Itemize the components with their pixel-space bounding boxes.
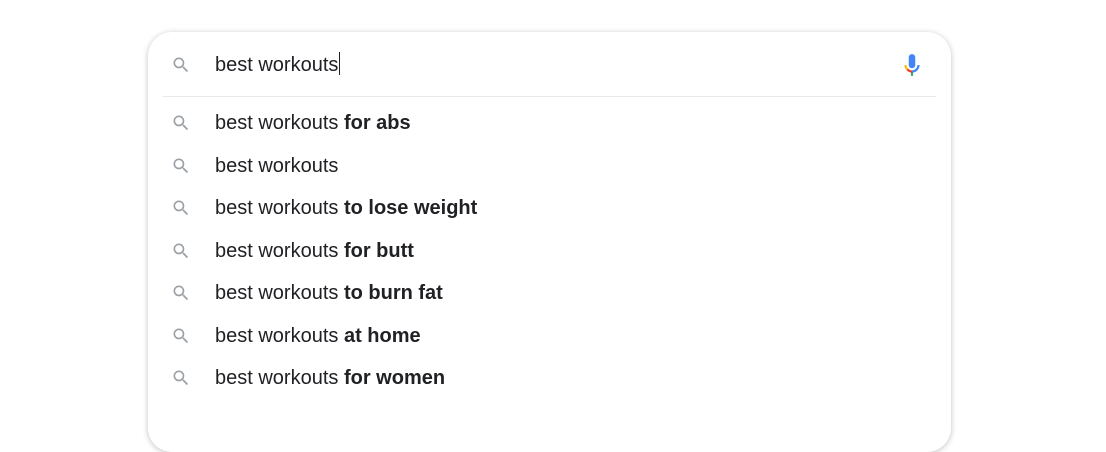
search-icon (173, 328, 189, 343)
suggestion-prefix: best workouts (215, 282, 339, 304)
suggestion-item[interactable]: best workouts at home (149, 315, 950, 358)
search-icon (173, 370, 189, 386)
search-icon (173, 200, 189, 216)
suggestion-item[interactable]: best workouts to burn fat (149, 272, 950, 315)
suggestion-completion: for women (338, 367, 446, 389)
search-icon (173, 285, 189, 301)
suggestion-completion: for abs (338, 112, 411, 134)
suggestion-completion: at home (338, 324, 421, 347)
suggestion-prefix: best workouts (215, 324, 339, 347)
suggestion-text: best workouts for women (215, 366, 445, 390)
suggestion-prefix: best workouts (215, 367, 339, 389)
search-icon (173, 158, 189, 173)
suggestion-text: best workouts at home (215, 324, 421, 348)
text-caret (339, 52, 341, 75)
suggestion-item[interactable]: best workouts for butt (149, 230, 950, 273)
search-input[interactable]: best workouts (215, 52, 341, 77)
suggestion-item[interactable]: best workouts to lose weight (149, 187, 950, 230)
search-box: best workouts best workouts for abs best… (148, 32, 951, 452)
search-icon (173, 57, 189, 73)
suggestion-completion: to burn fat (338, 282, 443, 304)
suggestion-text: best workouts for butt (215, 239, 414, 263)
suggestion-item[interactable]: best workouts for women (149, 357, 950, 400)
search-input-value: best workouts (215, 54, 339, 76)
suggestion-prefix: best workouts (215, 112, 339, 134)
suggestion-completion: to lose weight (338, 197, 478, 219)
suggestion-completion: for butt (338, 239, 414, 262)
suggestion-item[interactable]: best workouts (149, 145, 950, 188)
suggestion-list: best workouts for abs best workouts best… (149, 102, 950, 400)
search-icon (173, 243, 189, 258)
search-input-row[interactable]: best workouts (149, 33, 950, 96)
suggestion-prefix: best workouts (215, 197, 339, 219)
suggestion-text: best workouts to lose weight (215, 196, 477, 220)
suggestion-prefix: best workouts (215, 154, 339, 177)
suggestion-prefix: best workouts (215, 239, 339, 262)
suggestion-item[interactable]: best workouts for abs (149, 102, 950, 145)
suggestion-text: best workouts (215, 154, 338, 178)
suggestion-text: best workouts to burn fat (215, 281, 443, 305)
microphone-icon[interactable] (899, 50, 925, 80)
suggestion-text: best workouts for abs (215, 111, 411, 135)
search-icon (173, 115, 189, 131)
input-divider (163, 96, 936, 97)
